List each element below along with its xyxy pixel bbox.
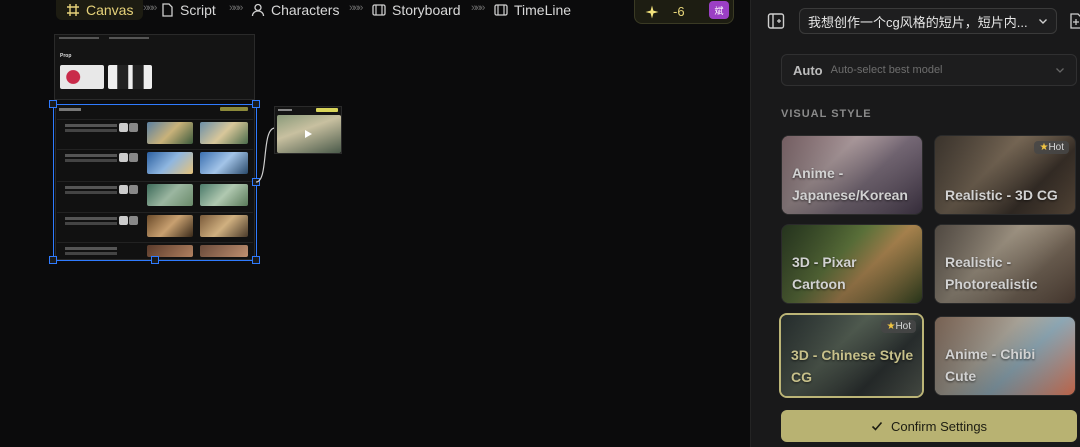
play-icon[interactable] — [305, 130, 312, 138]
tab-characters-label: Characters — [271, 2, 340, 18]
credits-badge[interactable]: -6 斌 — [634, 0, 734, 24]
style-card-label: 3D - Pixar — [792, 254, 857, 270]
sparkle-icon — [645, 5, 659, 18]
style-card-label: Japanese/Korean — [792, 187, 908, 203]
badge-label: Hot — [895, 321, 911, 332]
chevron-down-icon — [1056, 68, 1064, 73]
tab-canvas[interactable]: Canvas — [56, 0, 144, 20]
style-card-label: Anime - — [792, 165, 844, 181]
app-root: Canvas »»» Script »»» Characters »»» Sto… — [0, 0, 1080, 447]
confirm-label: Confirm Settings — [890, 418, 988, 434]
prop-thumbnail[interactable] — [60, 65, 104, 89]
user-icon — [251, 3, 265, 17]
confirm-settings-button[interactable]: Confirm Settings — [781, 410, 1077, 442]
style-card-realistic-photo[interactable]: Realistic - Photorealistic — [934, 224, 1076, 304]
style-card-label: Realistic - — [945, 254, 1012, 270]
style-card-label: 3D - Chinese Style — [791, 347, 914, 363]
nav-separator: »»» — [471, 2, 485, 14]
video-node[interactable] — [274, 106, 342, 154]
tab-script-label: Script — [180, 2, 216, 18]
tab-storyboard-label: Storyboard — [392, 2, 461, 18]
film-icon — [494, 4, 508, 16]
nav-separator: »»» — [229, 2, 243, 14]
document-icon — [162, 3, 173, 17]
selection-frame[interactable] — [53, 104, 257, 261]
resize-handle[interactable] — [252, 256, 260, 264]
style-card-realistic-3d-cg[interactable]: ★Hot Realistic - 3D CG — [934, 135, 1076, 215]
canvas-grid-icon — [67, 4, 79, 16]
tab-timeline[interactable]: TimeLine — [494, 0, 571, 20]
node-status-chip — [316, 108, 338, 112]
node-text-line — [109, 37, 149, 39]
top-nav: Canvas »»» Script »»» Characters »»» Sto… — [0, 0, 750, 24]
model-select[interactable]: Auto Auto-select best model — [781, 54, 1077, 86]
style-card-3d-pixar[interactable]: 3D - Pixar Cartoon — [781, 224, 923, 304]
style-card-anime-chibi[interactable]: Anime - Chibi Cute — [934, 316, 1076, 396]
avatar[interactable]: 斌 — [709, 1, 729, 19]
model-label: Auto — [793, 62, 823, 78]
prop-label: Prop — [60, 53, 72, 59]
resize-handle[interactable] — [252, 100, 260, 108]
style-card-label: Photorealistic — [945, 276, 1038, 292]
prop-thumbnail[interactable] — [108, 65, 152, 89]
chevron-down-icon — [1039, 19, 1047, 24]
panel-toggle-icon[interactable] — [767, 12, 785, 30]
tab-characters[interactable]: Characters — [251, 0, 339, 20]
resize-handle[interactable] — [49, 256, 57, 264]
style-card-label: Realistic - 3D CG — [945, 187, 1058, 203]
character-node[interactable]: Prop — [54, 34, 255, 100]
resize-handle[interactable] — [151, 256, 159, 264]
credits-value: -6 — [673, 4, 685, 19]
tab-canvas-label: Canvas — [86, 2, 134, 18]
prompt-text: 我想创作一个cg风格的短片，短片内... — [808, 14, 1028, 30]
node-title-line — [278, 109, 292, 111]
node-text-line — [59, 37, 99, 39]
tab-timeline-label: TimeLine — [514, 2, 572, 18]
badge-label: Hot — [1048, 142, 1064, 153]
film-icon — [372, 4, 386, 16]
tab-script[interactable]: Script — [160, 0, 216, 20]
video-thumbnail[interactable] — [277, 115, 341, 153]
hot-badge: ★Hot — [881, 320, 916, 333]
hot-badge: ★Hot — [1034, 141, 1069, 154]
resize-handle[interactable] — [49, 100, 57, 108]
style-card-label: Cute — [945, 368, 977, 384]
nav-separator: »»» — [349, 2, 363, 14]
section-title: VISUAL STYLE — [781, 108, 872, 120]
model-hint: Auto-select best model — [830, 64, 943, 76]
tab-storyboard[interactable]: Storyboard — [372, 0, 460, 20]
style-card-label: CG — [791, 369, 812, 385]
settings-panel: 我想创作一个cg风格的短片，短片内... Auto Auto-select be… — [750, 0, 1080, 447]
new-document-icon[interactable] — [1069, 13, 1080, 29]
style-card-label: Cartoon — [792, 276, 846, 292]
nav-separator: »»» — [143, 2, 157, 14]
canvas-area[interactable]: Prop — [0, 24, 750, 447]
style-card-anime-japanese[interactable]: Anime - Japanese/Korean — [781, 135, 923, 215]
check-icon — [871, 421, 883, 431]
prompt-select[interactable]: 我想创作一个cg风格的短片，短片内... — [799, 8, 1057, 34]
style-card-3d-chinese-cg[interactable]: ★Hot 3D - Chinese Style CG — [779, 313, 924, 398]
style-card-label: Anime - Chibi — [945, 346, 1036, 362]
